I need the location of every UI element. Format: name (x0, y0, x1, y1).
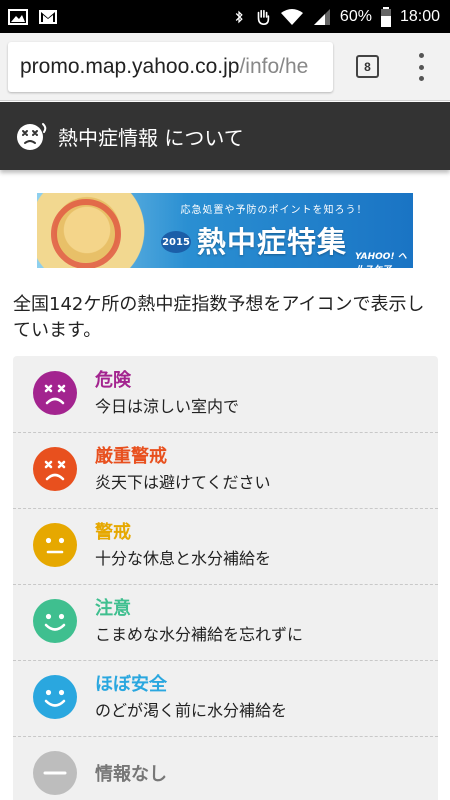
danger-face-icon (33, 371, 77, 415)
url-field[interactable]: promo.map.yahoo.co.jp/info/he (8, 42, 333, 92)
url-path: /info/he (239, 55, 309, 78)
no-info-icon (33, 751, 77, 795)
level-description: 炎天下は避けてください (95, 473, 271, 492)
caution-face-icon (33, 599, 77, 643)
level-description: 今日は涼しい室内で (95, 397, 240, 416)
page-header: 熱中症情報 について (0, 102, 450, 170)
signal-icon (313, 8, 330, 25)
url-host: promo.map.yahoo.co.jp (20, 55, 240, 78)
level-name: 情報なし (95, 764, 167, 785)
intro-text: 全国142ケ所の熱中症指数予想をアイコンで表示しています。 (13, 294, 425, 341)
level-name: 危険 (95, 370, 131, 391)
heat-index-level-list: 危険 今日は涼しい室内で 厳重警戒 炎天下は避けてください 警戒 十分な休息と水分補給を注… (13, 356, 438, 800)
gmail-notification-icon (39, 9, 57, 24)
level-name: 厳重警戒 (95, 446, 167, 467)
level-name: ほぼ安全 (95, 674, 167, 695)
heatstroke-feature-banner[interactable]: 応急処置や予防のポイントを知ろう！ 2015 熱中症特集 YAHOO! ヘルスケ… (37, 193, 413, 268)
heatstroke-face-icon (17, 123, 47, 150)
banner-title: 熱中症特集 (197, 225, 348, 259)
level-item: 警戒十分な休息と水分補給を (13, 508, 438, 584)
warning-face-icon (33, 523, 77, 567)
browser-menu-icon[interactable] (414, 53, 428, 81)
level-description: こまめな水分補給を忘れずに (95, 625, 304, 644)
level-description: 十分な休息と水分補給を (95, 549, 272, 568)
level-item: 注意こまめな水分補給を忘れずに (13, 584, 438, 660)
battery-icon (380, 6, 391, 27)
level-description: のどが渇く前に水分補給を (95, 701, 288, 720)
page-title: 熱中症情報 について (58, 125, 244, 150)
do-not-disturb-hand-icon (257, 9, 270, 25)
wifi-icon (280, 8, 303, 25)
severe-warning-face-icon (33, 447, 77, 491)
browser-toolbar: promo.map.yahoo.co.jp/info/he 8 (0, 33, 450, 101)
level-name: 警戒 (95, 522, 131, 543)
banner-year: 2015 (161, 231, 191, 253)
bluetooth-icon (235, 10, 243, 23)
almost-safe-face-icon (33, 675, 77, 719)
level-name: 注意 (95, 598, 131, 619)
image-notification-icon (8, 8, 28, 25)
banner-subtitle: 応急処置や予防のポイントを知ろう！ (180, 205, 368, 216)
level-item: 厳重警戒炎天下は避けてください (13, 432, 438, 508)
level-item: 情報なし (13, 736, 438, 800)
status-bar: 60% 18:00 (0, 0, 450, 33)
tab-switcher-button[interactable]: 8 (356, 55, 379, 78)
battery-percent: 60% (339, 7, 372, 25)
level-item: ほぼ安全のどが渇く前に水分補給を (13, 660, 438, 736)
level-item: 危険今日は涼しい室内で (13, 356, 438, 432)
clock: 18:00 (399, 7, 440, 25)
yahoo-healthcare-logo: YAHOO! ヘルスケア (355, 252, 407, 268)
